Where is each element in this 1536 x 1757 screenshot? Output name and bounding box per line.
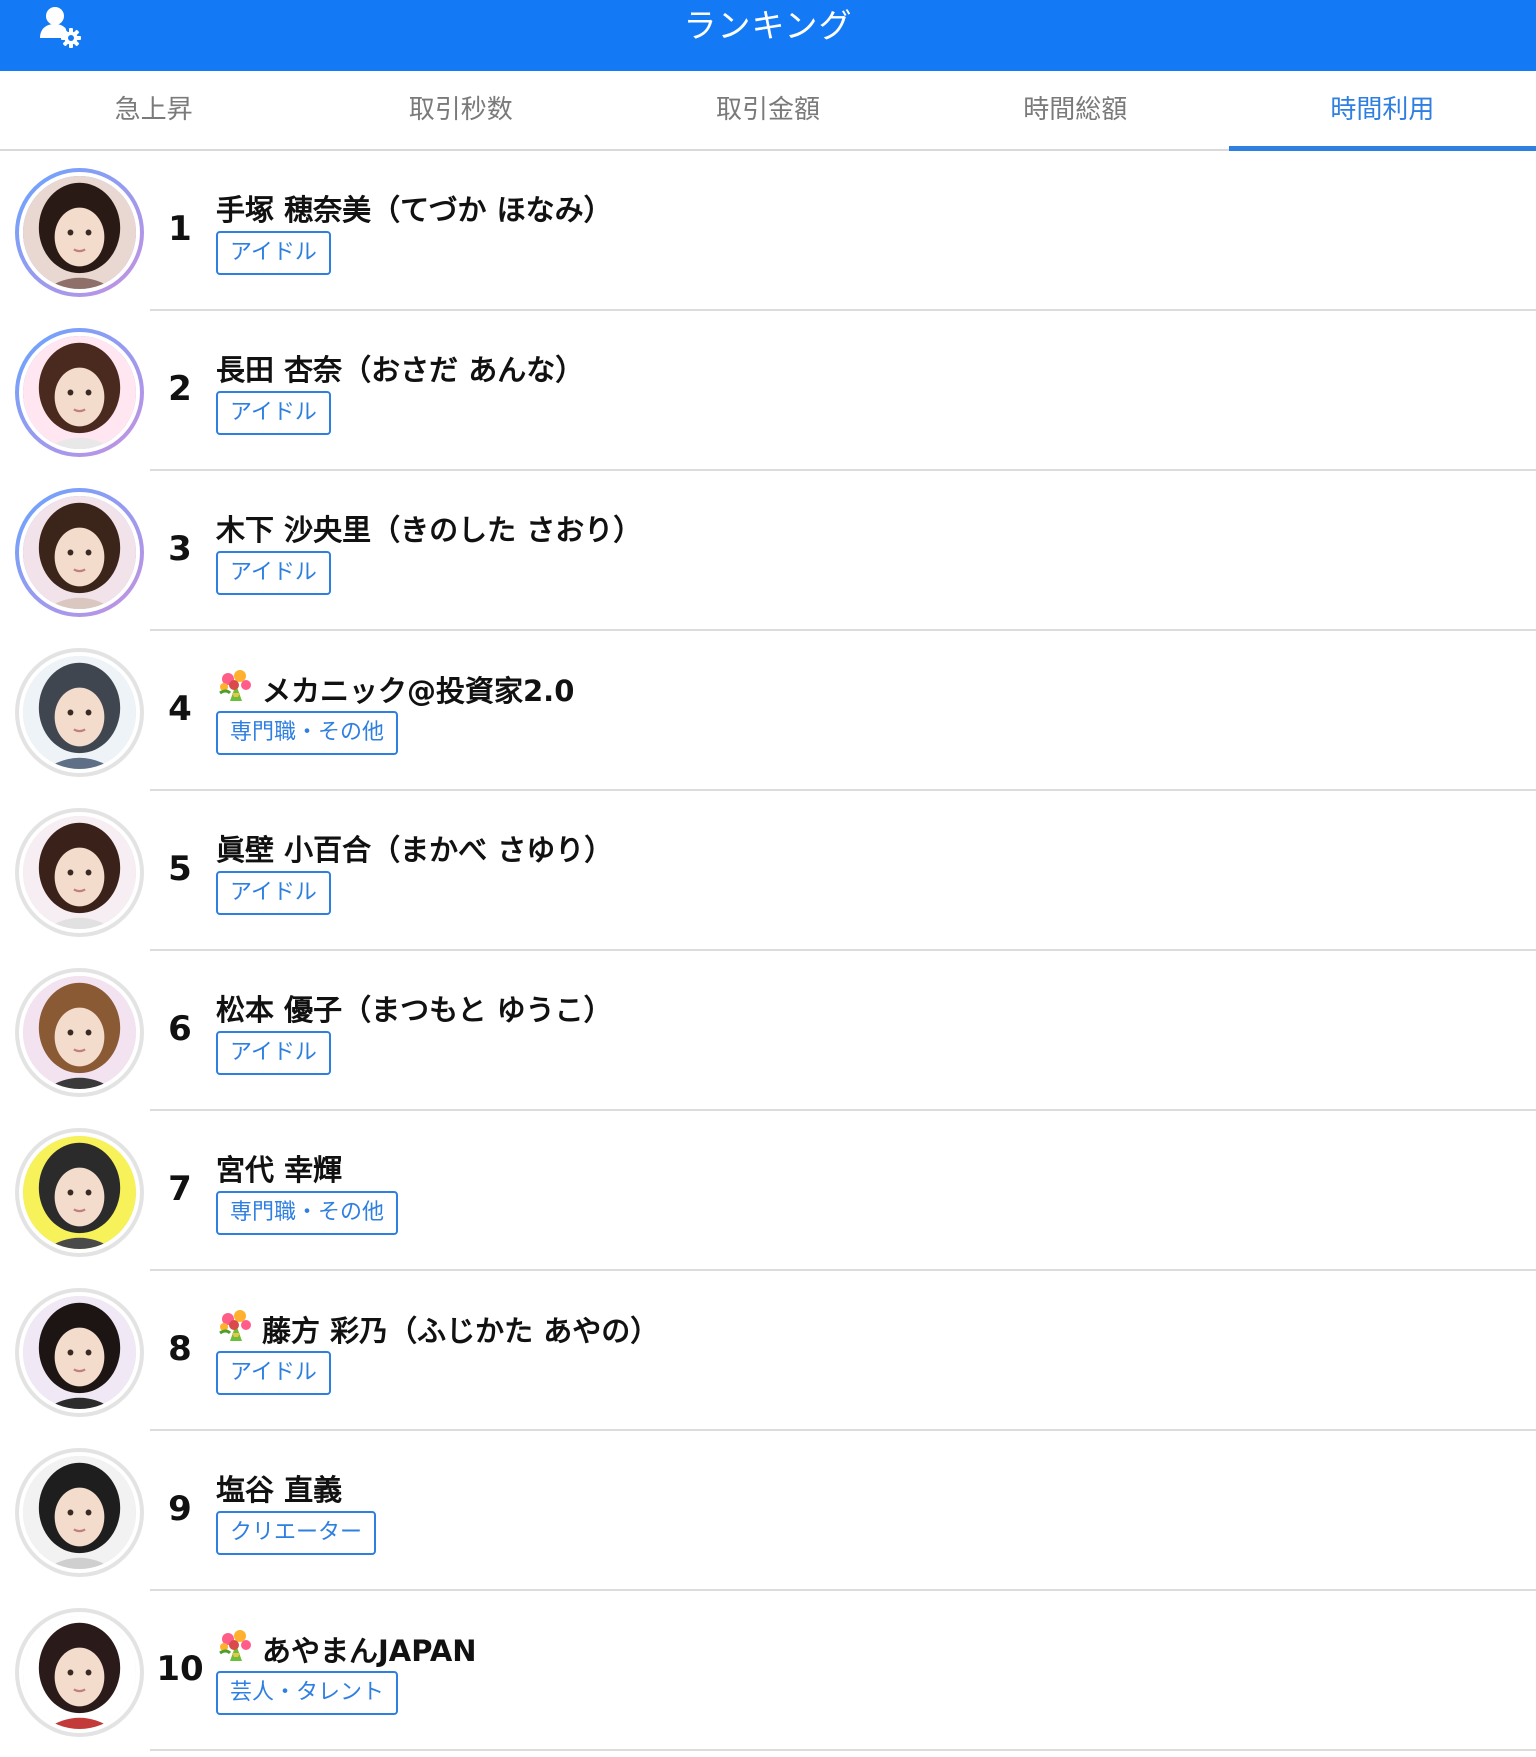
rank-number: 7 bbox=[168, 1169, 192, 1209]
avatar-image bbox=[23, 1296, 136, 1409]
rank-number: 6 bbox=[168, 1009, 192, 1049]
category-tag: 芸人・タレント bbox=[216, 1671, 399, 1715]
ranking-row-4[interactable]: 4 メカニック@投資家2.0 専門職・その他 bbox=[0, 631, 1536, 791]
category-tag: アイドル bbox=[216, 391, 331, 435]
bouquet-icon bbox=[219, 670, 251, 701]
rank-number: 8 bbox=[168, 1329, 192, 1369]
user-name: 手塚 穂奈美（てづか ほなみ） bbox=[216, 193, 613, 227]
user-name: 眞壁 小百合（まかべ さゆり） bbox=[216, 833, 614, 867]
category-tag: 専門職・その他 bbox=[216, 1191, 399, 1235]
category-tag: アイドル bbox=[216, 231, 331, 275]
avatar-image bbox=[23, 496, 136, 609]
ranking-row-2[interactable]: 2 長田 杏奈（おさだ あんな） アイドル bbox=[0, 311, 1536, 471]
avatar[interactable] bbox=[15, 488, 144, 617]
avatar-image bbox=[23, 976, 136, 1089]
ranking-row-9[interactable]: 9 塩谷 直義 クリエーター bbox=[0, 1431, 1536, 1591]
avatar-image bbox=[23, 816, 136, 929]
avatar-image bbox=[23, 1136, 136, 1249]
user-name: 宮代 幸輝 bbox=[216, 1153, 343, 1187]
avatar[interactable] bbox=[15, 1288, 144, 1417]
avatar[interactable] bbox=[15, 1128, 144, 1257]
category-tag: アイドル bbox=[216, 1031, 331, 1075]
tab-time-total[interactable]: 時間総額 bbox=[922, 71, 1229, 149]
user-name: 松本 優子（まつもと ゆうこ） bbox=[216, 993, 613, 1027]
ranking-tabs: 急上昇 取引秒数 取引金額 時間総額 時間利用 bbox=[0, 71, 1536, 151]
rank-number: 3 bbox=[168, 529, 192, 569]
ranking-list: 1 手塚 穂奈美（てづか ほなみ） アイドル 2 長田 杏奈（おさだ あんな） … bbox=[0, 151, 1536, 1751]
category-tag: アイドル bbox=[216, 551, 331, 595]
avatar[interactable] bbox=[15, 808, 144, 937]
rank-number: 9 bbox=[168, 1489, 192, 1529]
rank-number: 10 bbox=[156, 1649, 204, 1689]
user-name: 長田 杏奈（おさだ あんな） bbox=[216, 353, 585, 387]
avatar[interactable] bbox=[15, 648, 144, 777]
avatar[interactable] bbox=[15, 1448, 144, 1577]
category-tag: アイドル bbox=[216, 871, 331, 915]
avatar-image bbox=[23, 176, 136, 289]
user-name: 藤方 彩乃（ふじかた あやの） bbox=[262, 1313, 660, 1348]
user-name: あやまんJAPAN bbox=[262, 1633, 477, 1668]
ranking-row-5[interactable]: 5 眞壁 小百合（まかべ さゆり） アイドル bbox=[0, 791, 1536, 951]
avatar-image bbox=[23, 656, 136, 769]
avatar[interactable] bbox=[15, 168, 144, 297]
category-tag: クリエーター bbox=[216, 1511, 377, 1555]
app-header: ランキング bbox=[0, 0, 1536, 71]
ranking-row-10[interactable]: 10 あやまんJAPAN 芸人・タレント bbox=[0, 1591, 1536, 1751]
rank-number: 4 bbox=[168, 689, 192, 729]
ranking-row-1[interactable]: 1 手塚 穂奈美（てづか ほなみ） アイドル bbox=[0, 151, 1536, 311]
avatar-image bbox=[23, 1456, 136, 1569]
bouquet-icon bbox=[219, 1310, 251, 1341]
tab-time-usage[interactable]: 時間利用 bbox=[1228, 71, 1536, 151]
tab-trade-seconds[interactable]: 取引秒数 bbox=[307, 71, 614, 149]
ranking-row-7[interactable]: 7 宮代 幸輝 専門職・その他 bbox=[0, 1111, 1536, 1271]
user-name: 木下 沙央里（きのした さおり） bbox=[216, 513, 643, 547]
avatar-image bbox=[23, 336, 136, 449]
tab-trade-amount[interactable]: 取引金額 bbox=[614, 71, 921, 149]
category-tag: アイドル bbox=[216, 1351, 331, 1395]
avatar-image bbox=[23, 1616, 136, 1729]
rank-number: 5 bbox=[168, 849, 192, 889]
user-name: 塩谷 直義 bbox=[216, 1473, 343, 1507]
page-title: ランキング bbox=[683, 6, 853, 45]
user-name: メカニック@投資家2.0 bbox=[262, 673, 575, 708]
category-tag: 専門職・その他 bbox=[216, 711, 399, 755]
avatar[interactable] bbox=[15, 968, 144, 1097]
ranking-row-8[interactable]: 8 藤方 彩乃（ふじかた あやの） アイドル bbox=[0, 1271, 1536, 1431]
rank-number: 1 bbox=[168, 209, 192, 249]
bouquet-icon bbox=[219, 1630, 251, 1661]
rank-number: 2 bbox=[168, 369, 192, 409]
ranking-row-6[interactable]: 6 松本 優子（まつもと ゆうこ） アイドル bbox=[0, 951, 1536, 1111]
avatar[interactable] bbox=[15, 328, 144, 457]
avatar[interactable] bbox=[15, 1608, 144, 1737]
tab-trending[interactable]: 急上昇 bbox=[0, 71, 307, 149]
ranking-row-3[interactable]: 3 木下 沙央里（きのした さおり） アイドル bbox=[0, 471, 1536, 631]
